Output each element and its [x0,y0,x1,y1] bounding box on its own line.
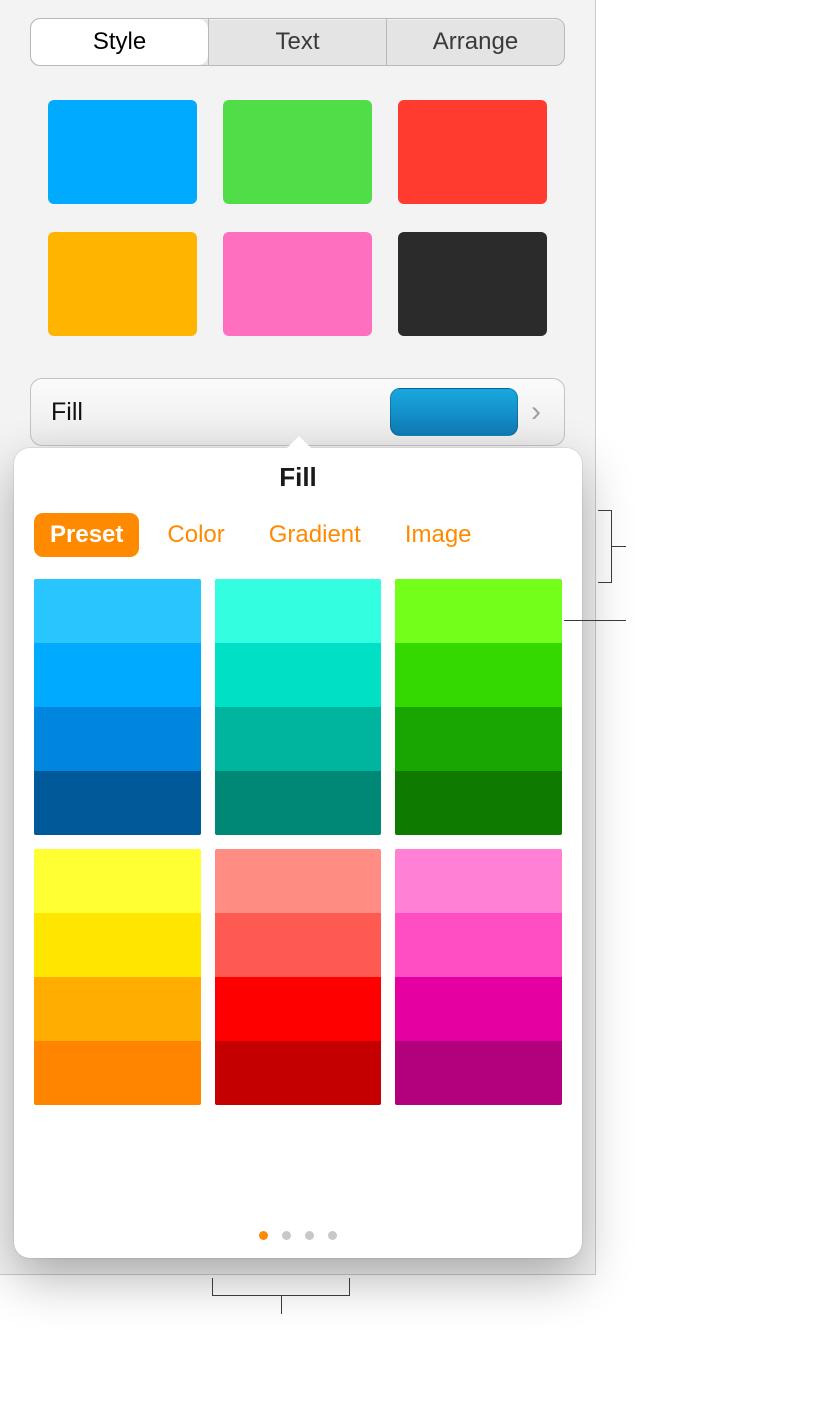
callout-leader-icon [612,546,626,547]
preset-swatch[interactable] [395,1041,562,1105]
preset-swatch[interactable] [215,707,382,771]
style-preset-grid [48,100,547,336]
preset-swatch[interactable] [395,849,562,913]
fill-current-swatch[interactable] [390,388,518,436]
preset-swatch[interactable] [215,913,382,977]
preset-swatch[interactable] [215,771,382,835]
tab-arrange-label: Arrange [433,28,518,56]
preset-swatch[interactable] [34,707,201,771]
tab-text-label: Text [275,28,319,56]
preset-swatch[interactable] [34,579,201,643]
preset-swatch[interactable] [395,771,562,835]
tab-style-label: Style [93,28,146,56]
preset-block [215,579,382,835]
chevron-right-icon[interactable]: › [518,395,554,429]
fill-seg-image-label: Image [405,521,472,548]
preset-block [395,849,562,1105]
callout-leader-icon [564,620,626,621]
preset-swatch[interactable] [395,977,562,1041]
page-indicator[interactable] [14,1231,582,1240]
page-dot[interactable] [282,1231,291,1240]
format-tabs: Style Text Arrange [30,18,565,66]
preset-swatch[interactable] [395,643,562,707]
fill-seg-preset[interactable]: Preset [34,513,139,557]
fill-seg-gradient-label: Gradient [269,521,361,548]
page-dot[interactable] [328,1231,337,1240]
callout-bracket-icon [598,510,612,583]
fill-seg-image[interactable]: Image [389,511,488,559]
preset-swatch[interactable] [395,579,562,643]
tab-arrange[interactable]: Arrange [386,19,564,65]
style-swatch[interactable] [223,100,372,204]
preset-swatch[interactable] [395,913,562,977]
fill-popover-title: Fill [14,448,582,511]
format-panel: Style Text Arrange Fill › Fill Preset Co… [0,0,596,1275]
preset-swatch[interactable] [215,643,382,707]
style-swatch[interactable] [48,100,197,204]
preset-block [34,579,201,835]
fill-seg-gradient[interactable]: Gradient [253,511,377,559]
fill-seg-color[interactable]: Color [151,511,240,559]
style-swatch[interactable] [223,232,372,336]
preset-block [395,579,562,835]
preset-swatch[interactable] [34,849,201,913]
preset-swatch[interactable] [215,977,382,1041]
page-dot[interactable] [305,1231,314,1240]
preset-grid [34,579,562,1105]
preset-swatch[interactable] [34,771,201,835]
callout-leader-icon [281,1296,282,1314]
tab-style[interactable]: Style [31,19,208,65]
preset-swatch[interactable] [34,1041,201,1105]
preset-block [34,849,201,1105]
preset-swatch[interactable] [215,579,382,643]
preset-swatch[interactable] [34,977,201,1041]
fill-seg-color-label: Color [167,521,224,548]
style-swatch[interactable] [48,232,197,336]
preset-swatch[interactable] [215,849,382,913]
callout-bracket-icon [212,1278,350,1296]
style-swatch[interactable] [398,100,547,204]
preset-swatch[interactable] [215,1041,382,1105]
fill-type-segment: Preset Color Gradient Image [14,511,582,559]
tab-text[interactable]: Text [208,19,386,65]
fill-popover: Fill Preset Color Gradient Image [14,448,582,1258]
fill-seg-preset-label: Preset [50,521,123,548]
preset-scroller[interactable] [14,559,582,1105]
fill-row-label: Fill [51,398,390,427]
preset-swatch[interactable] [34,643,201,707]
page-dot[interactable] [259,1231,268,1240]
preset-swatch[interactable] [34,913,201,977]
style-swatch[interactable] [398,232,547,336]
preset-swatch[interactable] [395,707,562,771]
preset-block [215,849,382,1105]
